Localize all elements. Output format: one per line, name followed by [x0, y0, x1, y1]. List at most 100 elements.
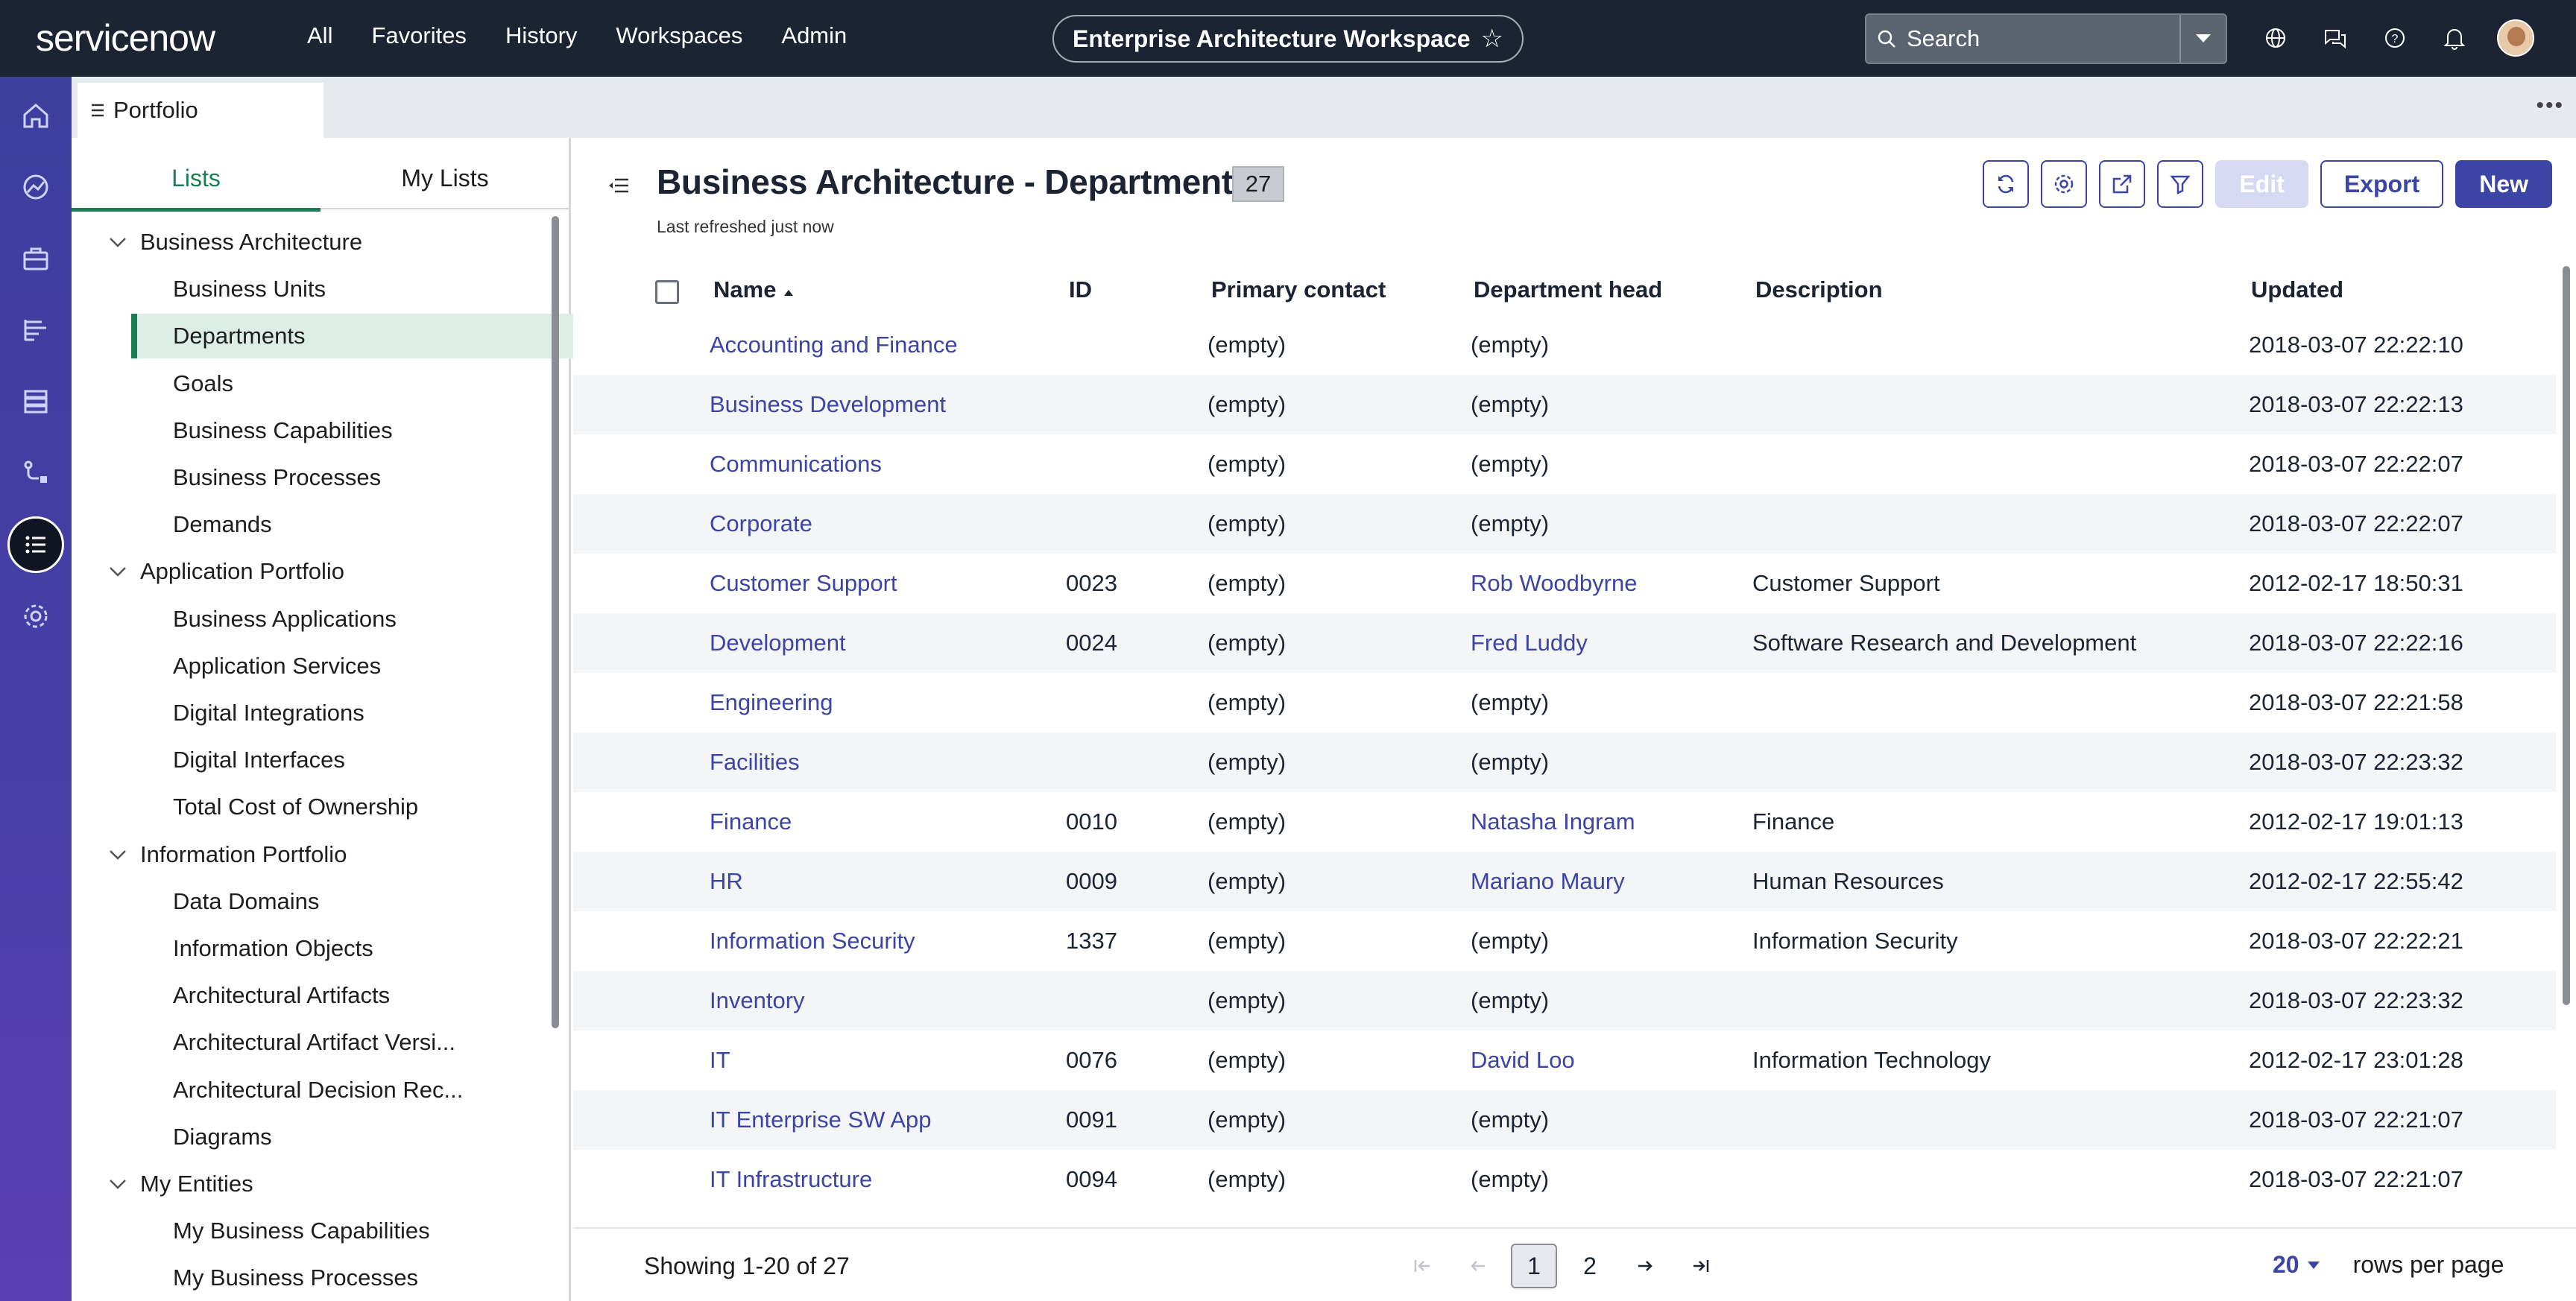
table-scrollbar[interactable]	[2562, 266, 2571, 1145]
cell-name[interactable]: Facilities	[710, 749, 800, 776]
cell-department-head[interactable]: Mariano Maury	[1471, 868, 1625, 895]
column-header-updated[interactable]: Updated	[2251, 276, 2343, 303]
avatar[interactable]	[2497, 19, 2534, 57]
tree-item[interactable]: My Business Capabilities	[131, 1209, 595, 1253]
more-options-icon[interactable]: •••	[2536, 93, 2564, 118]
tree-item[interactable]: Digital Interfaces	[131, 738, 595, 782]
new-button[interactable]: New	[2455, 160, 2552, 208]
tree-item[interactable]: Digital Integrations	[131, 691, 595, 735]
analytics-icon[interactable]	[13, 165, 58, 209]
cell-name[interactable]: IT Infrastructure	[710, 1166, 872, 1193]
cell-name[interactable]: Engineering	[710, 689, 833, 716]
cell-name[interactable]: Accounting and Finance	[710, 332, 958, 358]
table-row[interactable]: Facilities (empty) (empty) 2018-03-07 22:23…	[573, 732, 2556, 792]
workspace-title-pill[interactable]: Enterprise Architecture Workspace ☆	[1052, 15, 1524, 63]
briefcase-icon[interactable]	[13, 236, 58, 281]
cell-department-head[interactable]: Natasha Ingram	[1471, 808, 1635, 835]
tree-item[interactable]: Total Cost of Ownership	[131, 785, 595, 829]
collapse-panel-icon[interactable]	[607, 177, 630, 198]
list-icon[interactable]	[7, 516, 64, 573]
tree-item[interactable]: Demands	[131, 502, 595, 547]
table-row[interactable]: Accounting and Finance (empty) (empty) 2018…	[573, 315, 2556, 375]
tree-item[interactable]: Business Units	[131, 267, 595, 311]
last-page-button[interactable]	[1678, 1244, 1723, 1288]
tree-item[interactable]: Business Applications	[131, 597, 595, 642]
flow-icon[interactable]	[13, 451, 58, 496]
tree-item[interactable]: Diagrams	[131, 1115, 595, 1159]
cell-department-head[interactable]: Rob Woodbyrne	[1471, 570, 1637, 597]
column-header-name[interactable]: Name	[713, 276, 795, 303]
next-page-button[interactable]	[1623, 1244, 1667, 1288]
tree-group[interactable]: Business Architecture	[109, 220, 362, 265]
help-icon[interactable]: ?	[2378, 21, 2412, 55]
edit-button[interactable]: Edit	[2215, 160, 2308, 208]
tree-item-selected[interactable]: Departments	[131, 314, 595, 359]
rows-per-page-select[interactable]: 20	[2273, 1251, 2299, 1279]
cell-name[interactable]: IT	[710, 1047, 730, 1074]
select-all-checkbox[interactable]	[655, 280, 679, 304]
chevron-down-icon[interactable]	[109, 849, 140, 860]
cell-name[interactable]: HR	[710, 868, 743, 895]
previous-page-button[interactable]	[1456, 1244, 1500, 1288]
chevron-down-icon[interactable]	[109, 566, 140, 577]
tab-portfolio[interactable]: Portfolio	[78, 83, 323, 138]
tree-group[interactable]: My Entities	[109, 1162, 253, 1206]
filter-button[interactable]	[2157, 160, 2204, 208]
servicenow-logo[interactable]: servicenow	[36, 16, 215, 60]
side-scrollbar[interactable]	[550, 216, 561, 1222]
roadmap-icon[interactable]	[13, 308, 58, 352]
nav-admin[interactable]: Admin	[781, 22, 847, 49]
database-list-icon[interactable]	[13, 379, 58, 424]
cell-name[interactable]: Corporate	[710, 510, 812, 537]
tree-item[interactable]: Business Processes	[131, 455, 595, 500]
search-scope-dropdown[interactable]	[2179, 15, 2226, 63]
bell-icon[interactable]	[2437, 21, 2472, 55]
tree-item[interactable]: Goals	[131, 361, 595, 406]
cell-name[interactable]: Development	[710, 630, 846, 656]
cell-name[interactable]: IT Enterprise SW App	[710, 1107, 932, 1133]
cell-name[interactable]: Customer Support	[710, 570, 897, 597]
chevron-down-icon[interactable]	[2307, 1261, 2320, 1270]
cell-department-head[interactable]: David Loo	[1471, 1047, 1575, 1074]
first-page-button[interactable]	[1401, 1244, 1445, 1288]
star-icon[interactable]: ☆	[1481, 24, 1503, 54]
gear-icon[interactable]	[13, 594, 58, 639]
tree-item[interactable]: Architectural Decision Rec...	[131, 1068, 595, 1112]
cell-department-head[interactable]: Fred Luddy	[1471, 630, 1588, 656]
cell-name[interactable]: Business Development	[710, 391, 946, 418]
column-header-department-head[interactable]: Department head	[1474, 276, 1662, 303]
tree-group[interactable]: Information Portfolio	[109, 832, 347, 877]
tree-item[interactable]: Business Capabilities	[131, 408, 595, 453]
page-2-button[interactable]: 2	[1568, 1244, 1612, 1288]
cell-name[interactable]: Finance	[710, 808, 792, 835]
table-row[interactable]: Inventory (empty) (empty) 2018-03-07 22:23:…	[573, 971, 2556, 1031]
table-row[interactable]: IT Infrastructure 0094 (empty) (empty) 2018-…	[573, 1150, 2556, 1209]
chat-icon[interactable]	[2318, 21, 2352, 55]
table-row[interactable]: IT 0076 (empty) David Loo Information Techno…	[573, 1031, 2556, 1090]
table-row[interactable]: Finance 0010 (empty) Natasha Ingram Finance 2…	[573, 792, 2556, 852]
cell-name[interactable]: Inventory	[710, 987, 805, 1014]
table-row[interactable]: Communications (empty) (empty) 2018-03-07 2…	[573, 434, 2556, 494]
tab-lists[interactable]: Lists	[72, 165, 321, 212]
tree-item[interactable]: Information Objects	[131, 926, 595, 971]
cell-name[interactable]: Communications	[710, 451, 882, 478]
nav-favorites[interactable]: Favorites	[371, 22, 466, 49]
table-row[interactable]: Engineering (empty) (empty) 2018-03-07 22:2…	[573, 673, 2556, 732]
table-row[interactable]: HR 0009 (empty) Mariano Maury Human Resource…	[573, 852, 2556, 911]
table-row[interactable]: Corporate (empty) (empty) 2018-03-07 22:22:…	[573, 494, 2556, 554]
nav-all[interactable]: All	[307, 22, 332, 49]
column-header-id[interactable]: ID	[1069, 276, 1092, 303]
tree-item[interactable]: Data Domains	[131, 879, 595, 924]
tree-item[interactable]: Architectural Artifacts	[131, 973, 595, 1018]
home-icon[interactable]	[13, 93, 58, 138]
table-row[interactable]: Information Security 1337 (empty) (empty) In…	[573, 911, 2556, 971]
globe-icon[interactable]	[2258, 21, 2293, 55]
chevron-down-icon[interactable]	[109, 237, 140, 247]
table-row[interactable]: IT Enterprise SW App 0091 (empty) (empty) 20…	[573, 1090, 2556, 1150]
tree-item[interactable]: My Business Processes	[131, 1256, 595, 1300]
nav-workspaces[interactable]: Workspaces	[616, 22, 742, 49]
column-header-description[interactable]: Description	[1755, 276, 1883, 303]
tree-item[interactable]: Architectural Artifact Versi...	[131, 1020, 595, 1065]
table-row[interactable]: Development 0024 (empty) Fred Luddy Software…	[573, 613, 2556, 673]
global-search[interactable]: Search	[1865, 13, 2227, 64]
